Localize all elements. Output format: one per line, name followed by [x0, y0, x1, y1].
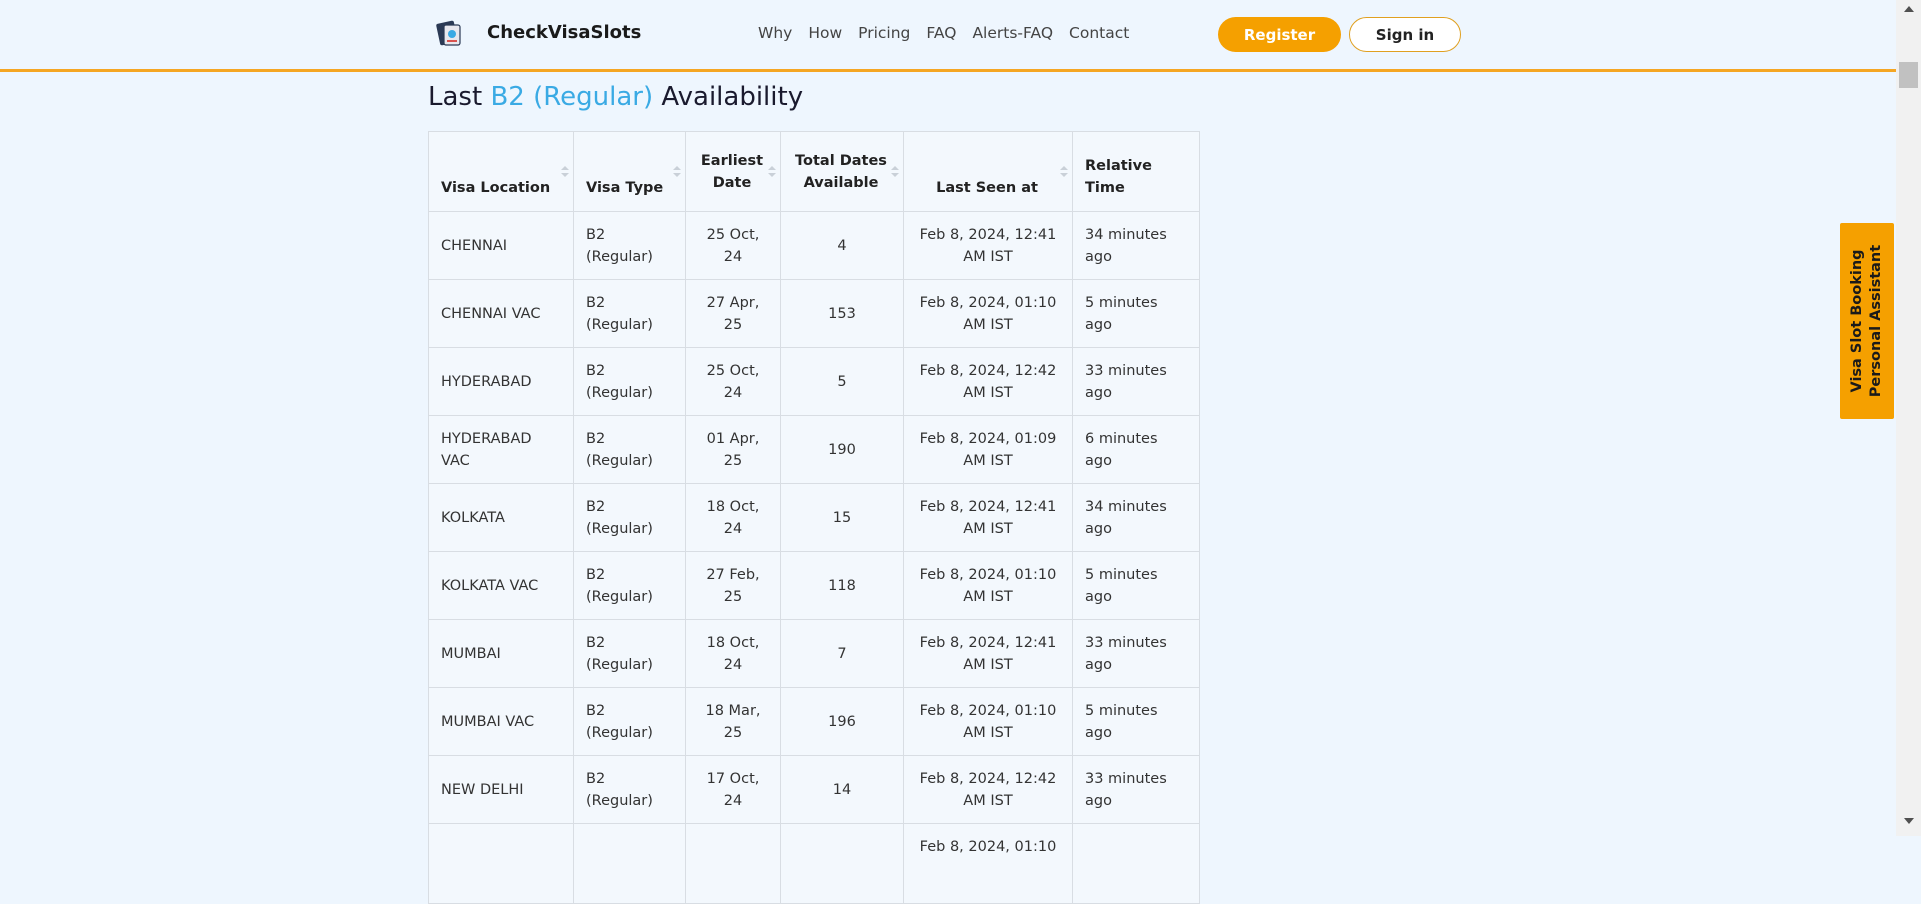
- cell-visa-type: B2 (Regular): [573, 415, 686, 484]
- cell-total-dates: 153: [780, 279, 904, 348]
- cell-location: HYDERABAD VAC: [428, 415, 574, 484]
- cell-last-seen: Feb 8, 2024, 01:10 AM IST: [903, 551, 1073, 620]
- table-row: MUMBAI VAC B2 (Regular) 18 Mar, 25 196 F…: [428, 687, 1200, 756]
- cell-earliest-date: 27 Apr, 25: [685, 279, 781, 348]
- cell-relative-time: 34 minutes ago: [1072, 483, 1200, 552]
- cell-earliest-date: 18 Mar, 25: [685, 687, 781, 756]
- cell-last-seen: Feb 8, 2024, 12:41 AM IST: [903, 619, 1073, 688]
- cell-total-dates: 14: [780, 755, 904, 824]
- cell-last-seen: Feb 8, 2024, 12:41 AM IST: [903, 211, 1073, 280]
- cell-last-seen: Feb 8, 2024, 01:10 AM IST: [903, 279, 1073, 348]
- cell-relative-time: 33 minutes ago: [1072, 347, 1200, 416]
- cell-location: HYDERABAD: [428, 347, 574, 416]
- title-visa-type: B2 (Regular): [490, 82, 654, 112]
- cell-visa-type: B2 (Regular): [573, 483, 686, 552]
- cell-relative-time: 5 minutes ago: [1072, 687, 1200, 756]
- cell-total-dates: 15: [780, 483, 904, 552]
- cell-visa-type: B2 (Regular): [573, 619, 686, 688]
- nav-faq[interactable]: FAQ: [926, 24, 956, 42]
- sort-icon: [768, 165, 776, 178]
- table-row: MUMBAI B2 (Regular) 18 Oct, 24 7 Feb 8, …: [428, 619, 1200, 688]
- table-row: CHENNAI VAC B2 (Regular) 27 Apr, 25 153 …: [428, 279, 1200, 348]
- cell-earliest-date: 25 Oct, 24: [685, 211, 781, 280]
- page-title: Last B2 (Regular) Availability: [428, 82, 803, 112]
- register-button[interactable]: Register: [1218, 17, 1341, 52]
- table-row: KOLKATA B2 (Regular) 18 Oct, 24 15 Feb 8…: [428, 483, 1200, 552]
- cell-relative-time: 6 minutes ago: [1072, 415, 1200, 484]
- cell-visa-type: B2 (Regular): [573, 279, 686, 348]
- cell-location: MUMBAI VAC: [428, 687, 574, 756]
- cell-relative-time: 33 minutes ago: [1072, 619, 1200, 688]
- cell-total-dates: 5: [780, 347, 904, 416]
- scroll-up-arrow-icon[interactable]: [1904, 6, 1914, 12]
- cell-visa-type: B2 (Regular): [573, 687, 686, 756]
- header-last-seen[interactable]: Last Seen at: [903, 131, 1073, 212]
- table-row: HYDERABAD B2 (Regular) 25 Oct, 24 5 Feb …: [428, 347, 1200, 416]
- cell-total-dates: 4: [780, 211, 904, 280]
- scroll-down-arrow-icon[interactable]: [1904, 818, 1914, 824]
- cell-total-dates: 190: [780, 415, 904, 484]
- page-scrollbar[interactable]: [1896, 0, 1921, 836]
- header-visa-type[interactable]: Visa Type: [573, 131, 686, 212]
- cell-total-dates: 7: [780, 619, 904, 688]
- header-total-dates[interactable]: Total Dates Available: [780, 131, 904, 212]
- cell-location: KOLKATA: [428, 483, 574, 552]
- nav-alerts-faq[interactable]: Alerts-FAQ: [972, 24, 1053, 42]
- cell-last-seen: Feb 8, 2024, 12:42 AM IST: [903, 755, 1073, 824]
- site-header: CheckVisaSlots Why How Pricing FAQ Alert…: [0, 0, 1896, 72]
- sort-icon: [561, 165, 569, 178]
- availability-table: Visa Location Visa Type Earliest Date To…: [428, 131, 1200, 904]
- nav-contact[interactable]: Contact: [1069, 24, 1129, 42]
- header-visa-location[interactable]: Visa Location: [428, 131, 574, 212]
- cell-earliest-date: 25 Oct, 24: [685, 347, 781, 416]
- cell-earliest-date: 27 Feb, 25: [685, 551, 781, 620]
- cell-last-seen: Feb 8, 2024, 12:42 AM IST: [903, 347, 1073, 416]
- header-relative-time: Relative Time: [1072, 131, 1200, 212]
- table-row: KOLKATA VAC B2 (Regular) 27 Feb, 25 118 …: [428, 551, 1200, 620]
- cell-visa-type: B2 (Regular): [573, 551, 686, 620]
- cell-visa-type: B2 (Regular): [573, 211, 686, 280]
- brand-name[interactable]: CheckVisaSlots: [487, 22, 641, 43]
- cell-location: MUMBAI: [428, 619, 574, 688]
- cell-location: CHENNAI: [428, 211, 574, 280]
- cell-earliest-date: 18 Oct, 24: [685, 483, 781, 552]
- cell-last-seen: Feb 8, 2024, 01:10 AM IST: [903, 687, 1073, 756]
- cell-visa-type: B2 (Regular): [573, 755, 686, 824]
- cell-relative-time: 5 minutes ago: [1072, 551, 1200, 620]
- table-row: CHENNAI B2 (Regular) 25 Oct, 24 4 Feb 8,…: [428, 211, 1200, 280]
- cell-location: CHENNAI VAC: [428, 279, 574, 348]
- sort-icon: [891, 165, 899, 178]
- nav-pricing[interactable]: Pricing: [858, 24, 910, 42]
- table-row: HYDERABAD VAC B2 (Regular) 01 Apr, 25 19…: [428, 415, 1200, 484]
- cell-earliest-date: 18 Oct, 24: [685, 619, 781, 688]
- cell-location: KOLKATA VAC: [428, 551, 574, 620]
- nav-why[interactable]: Why: [758, 24, 792, 42]
- cell-earliest-date: 17 Oct, 24: [685, 755, 781, 824]
- sort-icon: [1060, 165, 1068, 178]
- table-header-row: Visa Location Visa Type Earliest Date To…: [428, 131, 1200, 212]
- table-row: NEW DELHI B2 (Regular) 17 Oct, 24 14 Feb…: [428, 755, 1200, 824]
- scroll-thumb[interactable]: [1899, 62, 1918, 88]
- side-tab-label: Visa Slot Booking Personal Assistant: [1849, 244, 1885, 398]
- title-suffix: Availability: [661, 82, 804, 112]
- cell-relative-time: 5 minutes ago: [1072, 279, 1200, 348]
- header-earliest-date[interactable]: Earliest Date: [685, 131, 781, 212]
- cell-relative-time: 34 minutes ago: [1072, 211, 1200, 280]
- cell-last-seen: Feb 8, 2024, 01:09 AM IST: [903, 415, 1073, 484]
- nav-how[interactable]: How: [808, 24, 842, 42]
- cell-last-seen: Feb 8, 2024, 12:41 AM IST: [903, 483, 1073, 552]
- passport-logo-icon[interactable]: [434, 20, 466, 48]
- cell-earliest-date: 01 Apr, 25: [685, 415, 781, 484]
- main-nav: Why How Pricing FAQ Alerts-FAQ Contact: [758, 24, 1129, 42]
- cell-total-dates: 196: [780, 687, 904, 756]
- cell-total-dates: 118: [780, 551, 904, 620]
- title-prefix: Last: [428, 82, 483, 112]
- sign-in-button[interactable]: Sign in: [1349, 17, 1461, 52]
- sort-icon: [673, 165, 681, 178]
- cell-relative-time: 33 minutes ago: [1072, 755, 1200, 824]
- cell-visa-type: B2 (Regular): [573, 347, 686, 416]
- cell-location: NEW DELHI: [428, 755, 574, 824]
- personal-assistant-tab[interactable]: Visa Slot Booking Personal Assistant: [1840, 223, 1894, 419]
